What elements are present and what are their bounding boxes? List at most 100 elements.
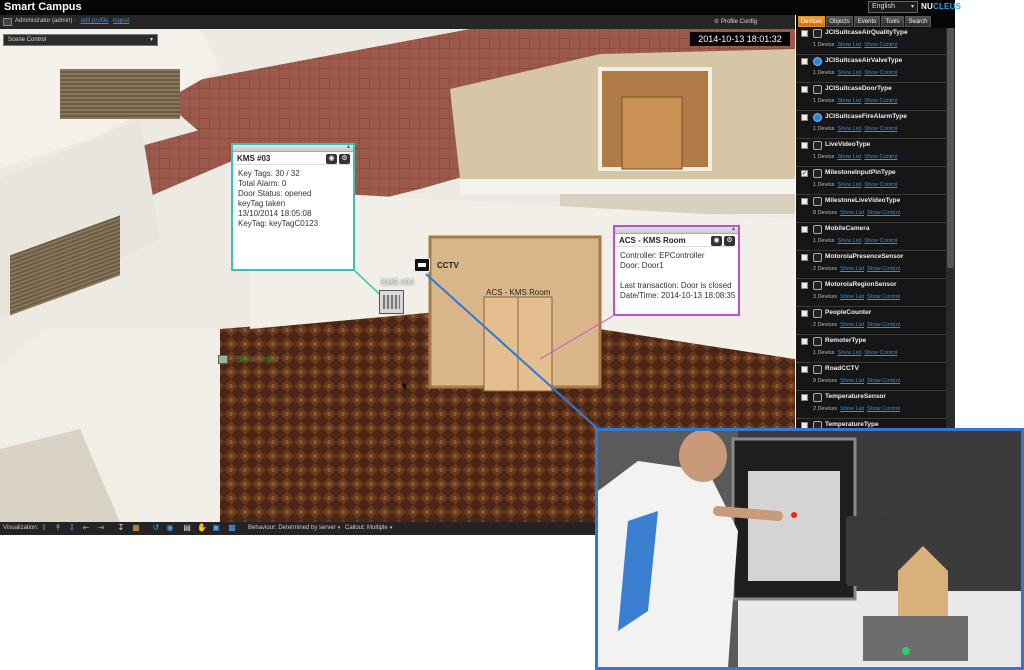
globe-icon[interactable]: ◉ [166,524,174,532]
behaviour-select[interactable]: Behaviour: Determined by server ▾ [248,525,340,531]
show-control-link[interactable]: Show Control [867,294,900,300]
device-checkbox[interactable] [801,86,808,93]
device-checkbox[interactable] [801,310,808,317]
device-list-item[interactable]: ✓ MilestoneInputPinType 1 Device Show List S… [796,167,946,195]
edit-profile-link[interactable]: edit profile [81,18,109,24]
cctv-icon[interactable] [414,258,430,272]
settings-icon[interactable]: ⚙ [339,154,350,164]
show-control-link[interactable]: Show Control [867,322,900,328]
view-icon[interactable]: ◉ [326,154,337,164]
arrow-right-icon[interactable]: ⇥ [97,524,105,532]
kms-device-icon[interactable] [379,290,404,314]
undo-icon[interactable]: ↺ [152,524,160,532]
device-checkbox[interactable] [801,394,808,401]
device-name: RemoterType [825,337,867,344]
smoke-sensor-icon[interactable] [218,355,228,364]
device-list-item[interactable]: LiveVideoType 1 Device Show List Show Contr… [796,139,946,167]
show-list-link[interactable]: Show List [837,98,861,104]
show-list-link[interactable]: Show List [837,70,861,76]
valve-icon [813,57,822,66]
show-list-link[interactable]: Show List [840,378,864,384]
show-control-link[interactable]: Show Control [867,406,900,412]
scene-control-value: Scene Control [8,37,47,43]
show-control-link[interactable]: Show Control [864,126,897,132]
arrow-up-bar-icon[interactable]: ↟ [54,524,62,532]
show-list-link[interactable]: Show List [837,182,861,188]
show-list-link[interactable]: Show List [840,294,864,300]
device-list-scrollbar[interactable] [946,28,955,430]
show-list-link[interactable]: Show List [837,154,861,160]
show-control-link[interactable]: Show Control [867,266,900,272]
tab-events[interactable]: Events [854,16,880,27]
show-list-link[interactable]: Show List [837,350,861,356]
device-checkbox[interactable] [801,58,808,65]
show-control-link[interactable]: Show Control [864,350,897,356]
device-list-item[interactable]: PeopleCounter 2 Devices Show List Show Cont… [796,307,946,335]
show-list-link[interactable]: Show List [840,406,864,412]
show-control-link[interactable]: Show Control [864,182,897,188]
device-list-item[interactable]: JCISuitcaseDoorType 1 Device Show List Show… [796,83,946,111]
callout-select[interactable]: Callout: Multiple ▾ [345,525,392,531]
show-list-link[interactable]: Show List [840,210,864,216]
tab-devices[interactable]: Devices [798,16,825,27]
scrollbar-thumb[interactable] [947,28,954,268]
show-control-link[interactable]: Show Control [867,210,900,216]
device-list-item[interactable]: JCISuitcaseAirQualityType 1 Device Show Li… [796,28,946,55]
close-icon[interactable]: ▴ [347,143,350,150]
monitor-icon[interactable]: ▩ [228,524,236,532]
chevron-down-icon: ▾ [910,4,914,10]
device-checkbox[interactable] [801,338,808,345]
device-list-item[interactable]: RemoterType 1 Device Show List Show Control [796,335,946,363]
device-checkbox[interactable] [801,366,808,373]
show-control-link[interactable]: Show Control [864,42,897,48]
language-select[interactable]: English ▾ [868,1,918,13]
device-list-item[interactable]: MotorolaPresenceSensor 2 Devices Show List… [796,251,946,279]
device-name: TemperatureSensor [825,393,886,400]
device-checkbox[interactable] [801,254,808,261]
show-list-link[interactable]: Show List [840,322,864,328]
show-control-link[interactable]: Show Control [864,238,897,244]
show-list-link[interactable]: Show List [837,238,861,244]
device-list-item[interactable]: MotorolaRegionSensor 3 Devices Show List Sh… [796,279,946,307]
tab-tools[interactable]: Tools [881,16,904,27]
device-checkbox[interactable] [801,226,808,233]
show-list-link[interactable]: Show List [837,42,861,48]
scene-control-select[interactable]: Scene Control ▾ [3,34,158,46]
arrow-up-icon[interactable]: ⇧ [40,524,48,532]
folder-icon[interactable]: ▦ [132,524,140,532]
show-list-link[interactable]: Show List [837,126,861,132]
arrow-down-icon[interactable]: ⇩ [68,524,76,532]
profile-config-button[interactable]: ⚙ Profile Config [714,18,757,25]
device-list-item[interactable]: RoadCCTV 9 Devices Show List Show Control [796,363,946,391]
device-count-row: 2 Devices Show List Show Control [813,266,900,272]
download-icon[interactable]: ↧ [117,524,125,532]
device-count-row: 1 Device Show List Show Control [813,98,897,104]
device-list-item[interactable]: MilestoneLiveVideoType 8 Devices Show List… [796,195,946,223]
logout-link[interactable]: logout [113,18,129,24]
layers-icon[interactable]: ▤ [183,524,191,532]
view-icon[interactable]: ◉ [711,236,722,246]
close-icon[interactable]: ▴ [732,225,735,232]
tab-search[interactable]: Search [905,16,931,27]
device-list-item[interactable]: TemperatureSensor 2 Devices Show List Show … [796,391,946,419]
arrow-left-icon[interactable]: ⇤ [82,524,90,532]
device-list-item[interactable]: MobileCamera 1 Device Show List Show Contro… [796,223,946,251]
device-checkbox[interactable] [801,114,808,121]
device-checkbox[interactable] [801,198,808,205]
device-list-item[interactable]: JCISuitcaseFireAlarmType 1 Device Show Lis… [796,111,946,139]
settings-icon[interactable]: ⚙ [724,236,735,246]
show-control-link[interactable]: Show Control [867,378,900,384]
device-list-item[interactable]: JCISuitcaseAirValveType 1 Device Show List… [796,55,946,83]
show-control-link[interactable]: Show Control [864,154,897,160]
device-checkbox[interactable] [801,142,808,149]
device-checkbox[interactable]: ✓ [801,170,808,177]
save-icon[interactable]: ▣ [212,524,220,532]
hand-icon[interactable]: ✋ [197,524,207,532]
show-control-link[interactable]: Show Control [864,98,897,104]
show-list-link[interactable]: Show List [840,266,864,272]
device-checkbox[interactable] [801,30,808,37]
show-control-link[interactable]: Show Control [864,70,897,76]
device-count: 1 Device [813,42,835,48]
tab-objects[interactable]: Objects [826,16,853,27]
device-checkbox[interactable] [801,282,808,289]
